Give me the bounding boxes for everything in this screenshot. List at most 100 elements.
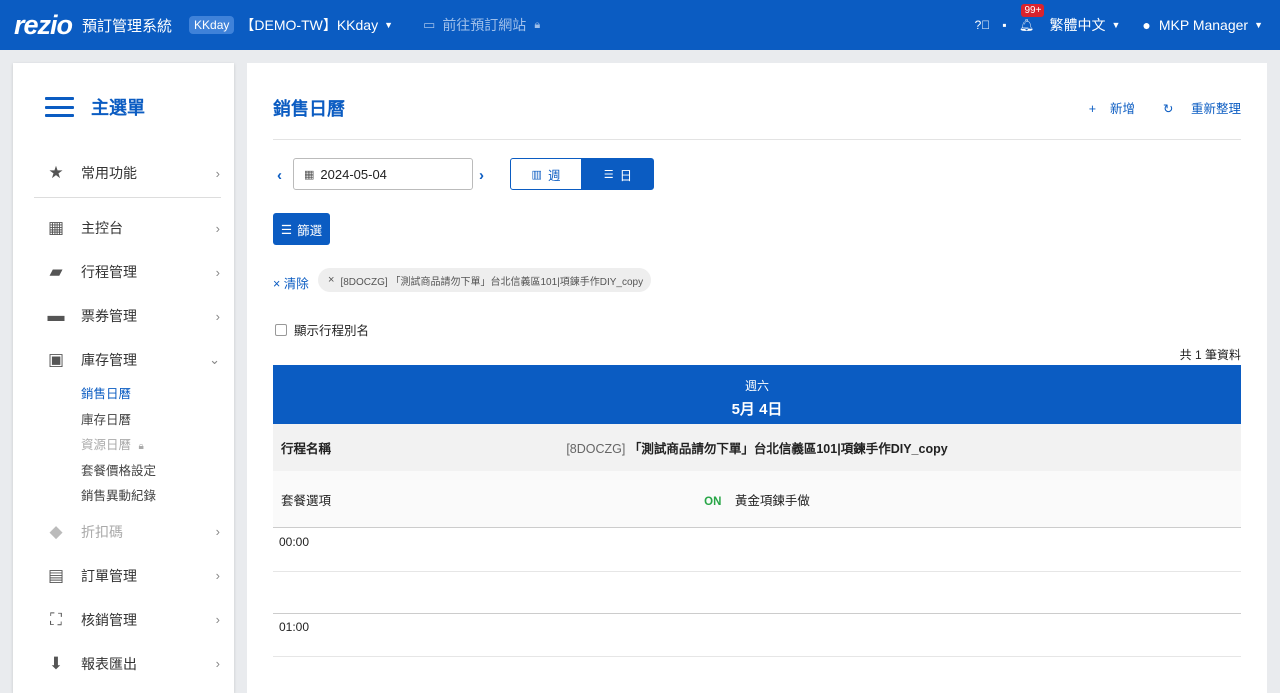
sidebar-item-favorites[interactable]: ★ 常用功能 › [13, 151, 234, 195]
sidebar-item-inventory[interactable]: ▣ 庫存管理 ⌄ [13, 338, 234, 382]
package-row: 套餐選項 ON 黃金項鍊手做 [273, 471, 1241, 528]
refresh-button[interactable]: ↻ 重新整理 [1149, 98, 1241, 117]
sidebar-item-label: 主控台 [81, 220, 123, 236]
ticket-icon: ▬ [47, 306, 65, 325]
chevron-right-icon: › [215, 524, 220, 539]
show-alias-option[interactable]: 顯示行程別名 [275, 320, 369, 339]
lock-icon: 🔒︎ [534, 18, 541, 31]
user-name: MKP Manager [1158, 17, 1249, 33]
show-alias-checkbox[interactable] [275, 323, 287, 336]
main-panel: 銷售日曆 + 新增 ↻ 重新整理 ‹ ▦ 2024-05-04 › ▥ 週 ☰ 日… [247, 63, 1267, 693]
close-icon: × [273, 277, 284, 291]
goto-site-label: 前往預訂網站 [442, 17, 527, 33]
chevron-right-icon: › [215, 612, 220, 627]
kkday-tag: KKday [189, 16, 235, 34]
plus-icon: + [1088, 102, 1097, 116]
sidebar-item-label: 訂單管理 [81, 567, 137, 584]
product-row: 行程名稱 [8DOCZG] 「測試商品請勿下單」台北信義區101|項鍊手作DIY… [273, 424, 1241, 471]
chip-label: [8DOCZG] 「測試商品請勿下單」台北信義區101|項鍊手作DIY_copy [340, 276, 644, 288]
sidebar: 主選單 ★ 常用功能 › ▦ 主控台 › ▰ 行程管理 › ▬ 票券管理 › ▣… [13, 63, 234, 693]
weekday-label: 週六 [744, 379, 769, 393]
language-selector[interactable]: 繁體中文 ▼ [1049, 15, 1120, 35]
sidebar-subitem-sales-calendar[interactable]: 銷售日曆 [13, 382, 234, 408]
clear-filter-button[interactable]: × 清除 [273, 273, 309, 292]
time-slot-label: 01:00 [279, 620, 310, 634]
feedback-icon[interactable]: ▪ [993, 18, 1015, 32]
document-icon: ▤ [47, 565, 65, 585]
close-icon[interactable]: × [328, 274, 334, 286]
week-label: 週 [547, 168, 561, 183]
product-code: [8DOCZG] [566, 442, 626, 456]
date-label: 5月 4日 [731, 401, 783, 418]
store-selector[interactable]: 【DEMO-TW】KKday ▼ [240, 15, 393, 35]
sidebar-item-label: 核銷管理 [81, 611, 137, 628]
store-name: 【DEMO-TW】KKday [240, 17, 379, 33]
sidebar-subitem-inventory-calendar[interactable]: 庫存日曆 [13, 408, 234, 434]
hour-divider [273, 613, 1241, 614]
next-date-button[interactable]: › [479, 167, 484, 184]
sidebar-subitem-label: 資源日曆 [81, 438, 132, 452]
folder-star-icon: ▰ [49, 262, 63, 281]
filter-chip[interactable]: × [8DOCZG] 「測試商品請勿下單」台北信義區101|項鍊手作DIY_co… [318, 268, 652, 292]
sidebar-item-discount: ◆ 折扣碼 › [13, 510, 234, 554]
sidebar-item-redemption[interactable]: ⛶ 核銷管理 › [13, 598, 234, 642]
date-picker[interactable]: ▦ 2024-05-04 [293, 158, 473, 190]
day-view-button[interactable]: ☰ 日 [582, 158, 654, 190]
label-icon: ◆ [49, 521, 63, 541]
total-count: 共 1 筆資料 [1179, 348, 1241, 362]
sidebar-subitem-sales-log[interactable]: 銷售異動紀錄 [13, 484, 234, 510]
caret-down-icon: ▼ [1254, 20, 1263, 30]
page-actions: + 新增 ↻ 重新整理 [1061, 98, 1241, 117]
chevron-down-icon: ⌄ [209, 352, 220, 367]
rezio-logo[interactable]: rezio [14, 10, 73, 41]
language-label: 繁體中文 [1049, 17, 1106, 33]
bell-icon[interactable]: 🔔︎ 99+ [1015, 4, 1045, 32]
package-name: 黃金項鍊手做 [734, 493, 810, 508]
sidebar-item-dashboard[interactable]: ▦ 主控台 › [13, 206, 234, 250]
scan-icon: ⛶ [50, 609, 62, 629]
calendar-icon: ▣ [47, 350, 65, 369]
show-alias-label: 顯示行程別名 [294, 324, 370, 338]
week-icon: ▥ [531, 168, 542, 181]
day-label: 日 [619, 168, 633, 183]
calendar-icon: ▦ [304, 168, 315, 181]
product-name-cell[interactable]: [8DOCZG] 「測試商品請勿下單」台北信義區101|項鍊手作DIY_copy [273, 438, 1241, 457]
chevron-right-icon: › [215, 165, 220, 181]
slot-divider [273, 656, 1241, 657]
sidebar-subitem-package-price[interactable]: 套餐價格設定 [13, 459, 234, 485]
refresh-icon: ↻ [1163, 102, 1177, 116]
sidebar-item-tours[interactable]: ▰ 行程管理 › [13, 250, 234, 294]
time-slot-label: 00:00 [279, 535, 310, 549]
chevron-right-icon: › [215, 264, 220, 280]
sidebar-item-label: 庫存管理 [81, 352, 137, 368]
week-view-button[interactable]: ▥ 週 [510, 158, 582, 190]
filter-button[interactable]: ☰ 篩選 [273, 213, 330, 245]
sidebar-item-label: 常用功能 [81, 165, 137, 181]
tune-icon: ☰ [280, 222, 293, 237]
chevron-right-icon: › [215, 220, 220, 236]
user-menu[interactable]: ● MKP Manager ▼ [1142, 17, 1263, 33]
sidebar-item-reports[interactable]: ⬇ 報表匯出 › [13, 642, 234, 686]
menu-title: 主選單 [91, 98, 145, 118]
add-button[interactable]: + 新增 [1075, 98, 1135, 117]
prev-date-button[interactable]: ‹ [277, 167, 282, 184]
user-icon: ● [1142, 17, 1151, 33]
caret-down-icon: ▼ [384, 20, 394, 30]
date-value: 2024-05-04 [320, 166, 387, 182]
help-icon[interactable]: ?⃝ [971, 18, 993, 32]
sidebar-item-tickets[interactable]: ▬ 票券管理 › [13, 294, 234, 338]
page-title: 銷售日曆 [273, 99, 345, 119]
notification-badge: 99+ [1021, 4, 1045, 17]
sidebar-item-label: 報表匯出 [81, 655, 137, 672]
system-title: 預訂管理系統 [82, 17, 173, 35]
sidebar-subitem-resource-calendar: 資源日曆 🔒︎ [13, 433, 234, 459]
goto-site-link[interactable]: ▭ 前往預訂網站 🔒︎ [423, 15, 540, 35]
divider [273, 139, 1241, 140]
package-cell[interactable]: ON 黃金項鍊手做 [273, 490, 1241, 509]
sidebar-item-label: 折扣碼 [81, 523, 123, 540]
hamburger-icon[interactable] [45, 97, 74, 117]
sidebar-item-orders[interactable]: ▤ 訂單管理 › [13, 554, 234, 598]
top-bar: rezio 預訂管理系統 KKday 【DEMO-TW】KKday ▼ ▭ 前往… [0, 0, 1280, 50]
menu-header: 主選單 [13, 63, 234, 151]
lock-icon: 🔒︎ [138, 441, 144, 452]
